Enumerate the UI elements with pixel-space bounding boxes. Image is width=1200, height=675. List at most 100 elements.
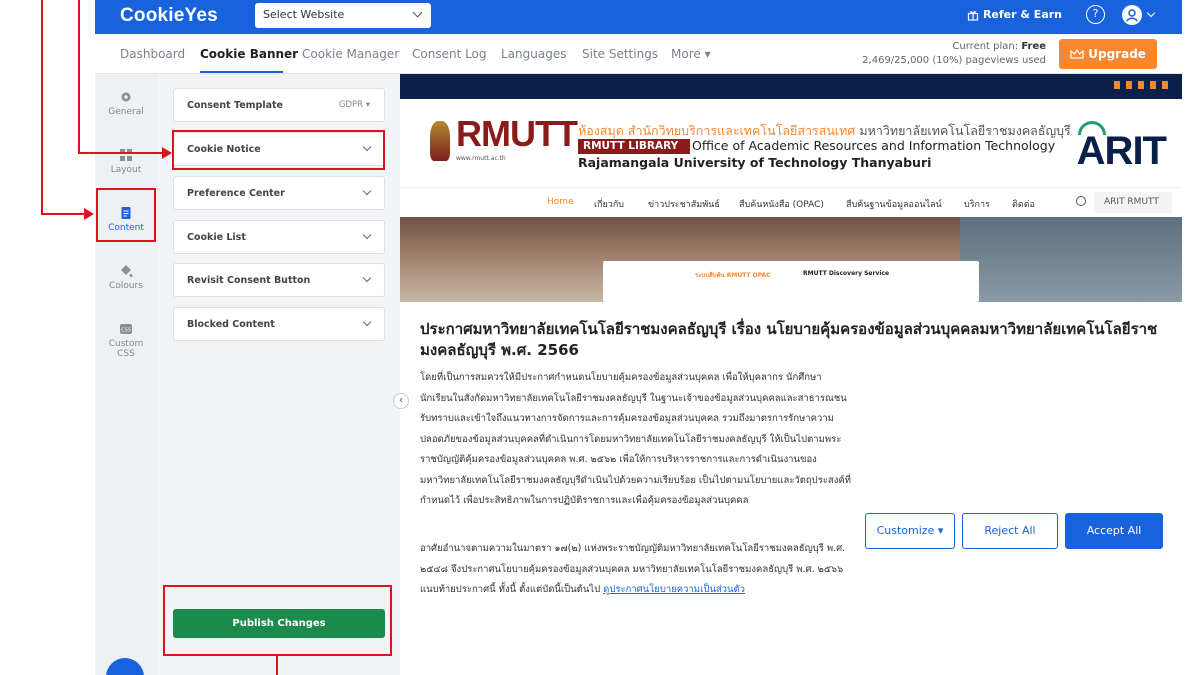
banner-preview: RMUTT www.rmutt.ac.th ห้องสมุด สำนักวิทย… xyxy=(400,74,1182,675)
site-menu-services[interactable]: บริการ xyxy=(964,197,990,211)
rmutt-logo: RMUTT xyxy=(456,113,578,154)
chevron-down-icon xyxy=(362,186,372,196)
paint-bucket-icon xyxy=(121,265,133,277)
privacy-policy-link[interactable]: ดูประกาศนโยบายความเป็นส่วนตัว xyxy=(603,584,745,595)
nav-consent-log[interactable]: Consent Log xyxy=(412,47,487,61)
banner-paragraph-2: อาศัยอำนาจตามความในมาตรา ๑๗(๒) แห่งพระรา… xyxy=(420,543,846,595)
main-nav: Dashboard Cookie Banner Cookie Manager C… xyxy=(95,34,1182,74)
annotation-line xyxy=(78,152,164,154)
nav-more[interactable]: More ▾ xyxy=(671,47,711,61)
rail-item-label: Colours xyxy=(109,281,143,291)
rail-item-colours[interactable]: Colours xyxy=(95,264,157,291)
annotation-line xyxy=(78,0,80,153)
reject-all-button[interactable]: Reject All xyxy=(962,513,1058,549)
hero-tab-opac[interactable]: ระบบสืบค้น RMUTT OPAC xyxy=(695,270,771,280)
nav-site-settings[interactable]: Site Settings xyxy=(582,47,658,61)
settings-rail: General Layout Content Colours CSS Custo… xyxy=(95,74,157,675)
consent-template-select[interactable]: Consent Template GDPR ▾ xyxy=(173,88,385,122)
hero-search-card: ระบบสืบค้น RMUTT OPAC RMUTT Discovery Se… xyxy=(603,261,979,302)
email-icon[interactable] xyxy=(1162,81,1168,89)
collapse-panel-icon[interactable]: ‹ xyxy=(393,393,409,409)
upgrade-button[interactable]: Upgrade xyxy=(1059,39,1157,69)
preview-hero-image: ระบบสืบค้น RMUTT OPAC RMUTT Discovery Se… xyxy=(400,217,1182,302)
accept-all-button[interactable]: Accept All xyxy=(1065,513,1163,549)
css-icon: CSS xyxy=(120,324,132,334)
university-english-name: Rajamangala University of Technology Tha… xyxy=(578,155,932,170)
nav-cookie-banner[interactable]: Cookie Banner xyxy=(200,47,298,61)
nav-cookie-manager[interactable]: Cookie Manager xyxy=(302,47,399,61)
nav-dashboard[interactable]: Dashboard xyxy=(120,47,185,61)
arit-logo: ARIT xyxy=(1076,129,1167,173)
accordion-revisit-consent-button[interactable]: Revisit Consent Button xyxy=(173,263,385,297)
annotation-line xyxy=(41,213,85,215)
accordion-blocked-content[interactable]: Blocked Content xyxy=(173,307,385,341)
help-icon[interactable]: ? xyxy=(1086,5,1105,24)
upgrade-label: Upgrade xyxy=(1088,47,1146,61)
layout-grid-icon xyxy=(120,149,132,161)
preview-site-menu: Home เกี่ยวกับ ข่าวประชาสัมพันธ์ สืบค้นห… xyxy=(400,187,1182,217)
site-menu-home[interactable]: Home xyxy=(547,197,574,207)
chevron-down-icon xyxy=(412,7,423,18)
accordion-label: Blocked Content xyxy=(187,319,275,330)
banner-title: ประกาศมหาวิทยาลัยเทคโนโลยีราชมงคลธัญบุรี… xyxy=(420,320,1158,359)
annotation-arrow xyxy=(162,147,172,159)
customize-button[interactable]: Customize ▾ xyxy=(865,513,955,549)
library-badge: RMUTT LIBRARY xyxy=(578,139,691,154)
top-bar: CookieYes Select Website Refer & Earn ? xyxy=(95,0,1182,34)
site-select[interactable]: Select Website xyxy=(255,3,431,28)
site-select-placeholder: Select Website xyxy=(263,8,345,21)
search-icon[interactable] xyxy=(1076,196,1086,206)
nav-languages[interactable]: Languages xyxy=(501,47,566,61)
gear-icon xyxy=(121,92,131,102)
site-menu-databases[interactable]: สืบค้นฐานข้อมูลออนไลน์ xyxy=(846,197,942,211)
preview-site-header: RMUTT www.rmutt.ac.th ห้องสมุด สำนักวิทย… xyxy=(400,99,1182,187)
cookieyes-logo[interactable]: CookieYes xyxy=(120,5,218,27)
site-search-box[interactable]: ARIT RMUTT xyxy=(1094,192,1172,213)
user-icon xyxy=(1125,9,1139,22)
cookie-banner: ประกาศมหาวิทยาลัยเทคโนโลยีราชมงคลธัญบุรี… xyxy=(400,302,1182,675)
rail-item-custom-css[interactable]: CSS Custom CSS xyxy=(95,322,157,359)
crown-icon xyxy=(1070,48,1084,59)
annotation-arrow xyxy=(84,208,94,220)
facebook-icon[interactable] xyxy=(1114,81,1120,89)
preview-top-strip xyxy=(400,74,1182,99)
rail-item-label: Layout xyxy=(110,165,142,175)
chevron-down-icon xyxy=(362,273,372,283)
accordion-preference-center[interactable]: Preference Center xyxy=(173,176,385,210)
rail-item-label: Custom CSS xyxy=(108,339,144,359)
consent-template-value: GDPR ▾ xyxy=(338,100,370,110)
site-menu-news[interactable]: ข่าวประชาสัมพันธ์ xyxy=(648,197,720,211)
annotation-box-content xyxy=(96,188,156,242)
plan-value: Free xyxy=(1021,41,1046,52)
rmutt-url: www.rmutt.ac.th xyxy=(456,155,506,162)
chevron-down-icon xyxy=(362,317,372,327)
banner-paragraph-1: โดยที่เป็นการสมควรให้มีประกาศกำหนดนโยบาย… xyxy=(420,372,851,506)
annotation-line xyxy=(41,0,43,214)
svg-text:CSS: CSS xyxy=(121,328,131,334)
hero-tab-discovery[interactable]: RMUTT Discovery Service xyxy=(803,270,889,277)
plan-info: Current plan: Free 2,469/25,000 (10%) pa… xyxy=(862,40,1046,68)
site-menu-about[interactable]: เกี่ยวกับ xyxy=(594,197,624,211)
accordion-label: Preference Center xyxy=(187,188,285,199)
plan-label: Current plan: xyxy=(952,41,1019,52)
twitter-icon[interactable] xyxy=(1126,81,1132,89)
annotation-box-cookie-notice xyxy=(172,130,385,170)
page: CookieYes Select Website Refer & Earn ? … xyxy=(0,0,1200,675)
avatar[interactable] xyxy=(1122,5,1142,25)
accordion-label: Revisit Consent Button xyxy=(187,275,311,286)
chevron-down-icon xyxy=(362,230,372,240)
rail-item-general[interactable]: General xyxy=(95,90,157,117)
chevron-down-icon[interactable] xyxy=(1146,8,1156,18)
pageviews-usage: 2,469/25,000 (10%) pageviews used xyxy=(862,55,1046,66)
site-menu-contact[interactable]: ติดต่อ xyxy=(1012,197,1035,211)
youtube-icon[interactable] xyxy=(1138,81,1144,89)
gift-icon xyxy=(967,10,979,21)
accordion-cookie-list[interactable]: Cookie List xyxy=(173,220,385,254)
hero-sky xyxy=(960,217,1182,302)
annotation-box-publish xyxy=(163,585,392,656)
consent-template-label: Consent Template xyxy=(187,100,283,111)
instagram-icon[interactable] xyxy=(1150,81,1156,89)
refer-earn-link[interactable]: Refer & Earn xyxy=(967,8,1062,21)
refer-earn-label: Refer & Earn xyxy=(982,8,1062,21)
site-menu-opac[interactable]: สืบค้นหนังสือ (OPAC) xyxy=(739,197,824,211)
